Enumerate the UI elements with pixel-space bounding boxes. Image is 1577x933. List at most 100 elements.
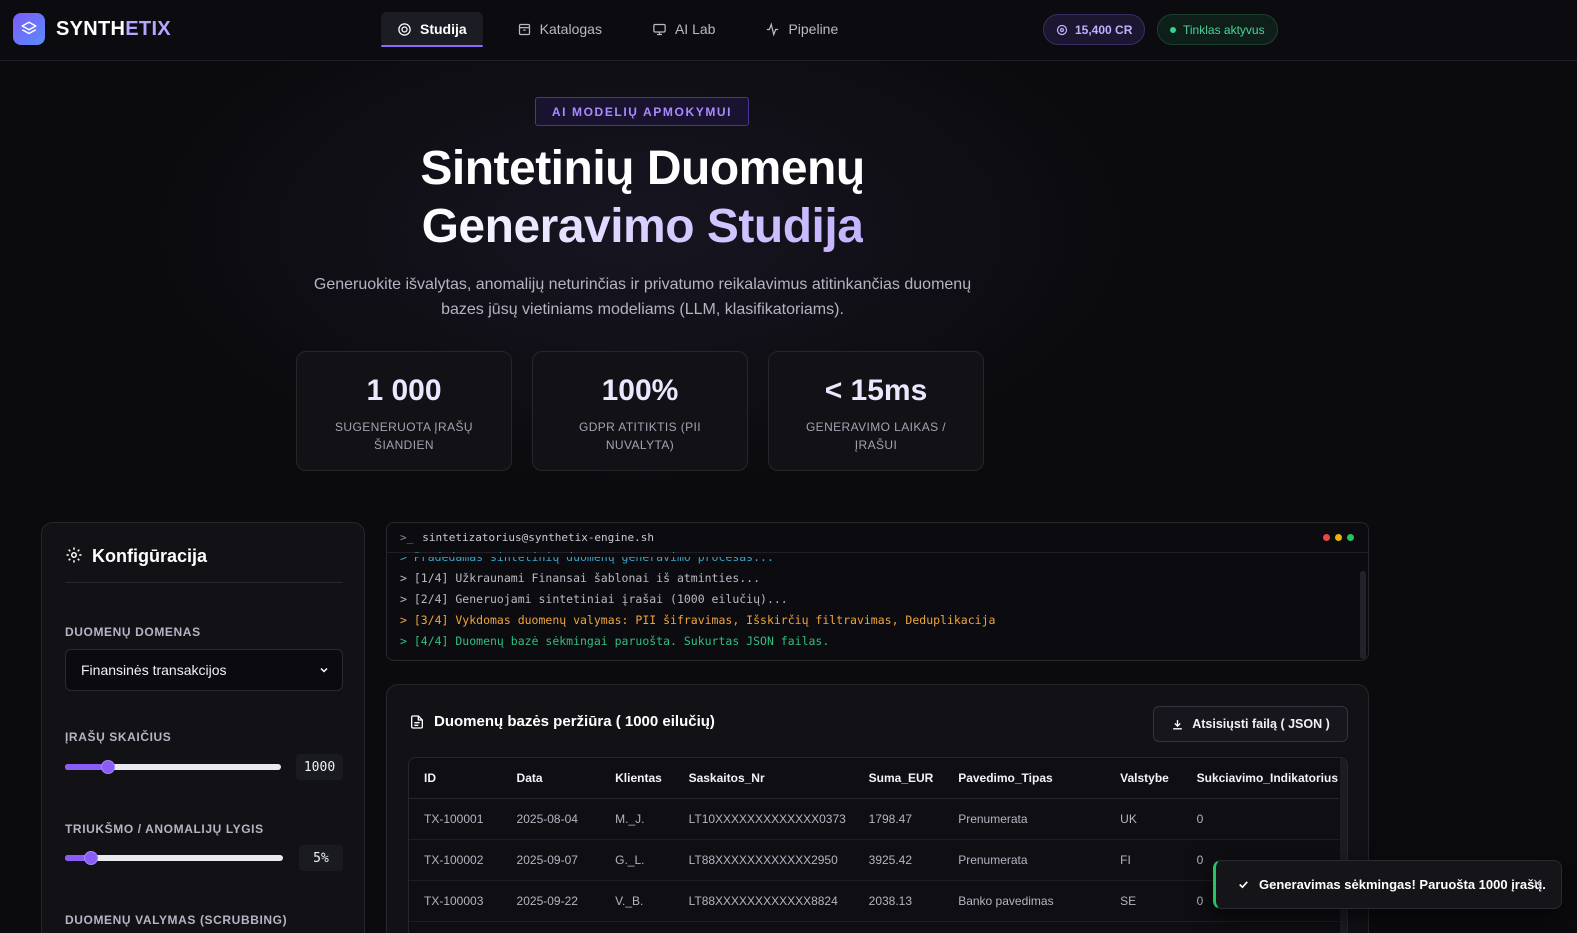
coin-icon bbox=[1056, 24, 1068, 35]
download-label: Atsisiųsti failą ( JSON ) bbox=[1192, 717, 1330, 731]
terminal-panel: >_ sintetizatorius@synthetix-engine.sh >… bbox=[386, 522, 1369, 661]
close-dot-icon[interactable] bbox=[1323, 534, 1330, 541]
slider-thumb[interactable] bbox=[101, 760, 115, 774]
column-header[interactable]: Data bbox=[501, 758, 601, 799]
main-nav: Studija Katalogas AI Lab Pipeline bbox=[381, 12, 854, 47]
chevron-down-icon bbox=[320, 667, 328, 673]
noise-label: TRIUKŠMO / ANOMALIJŲ LYGIS bbox=[65, 822, 264, 836]
page-title: Sintetinių Duomenų Generavimo Studija bbox=[340, 140, 945, 256]
title-line-2: Generavimo Studija bbox=[421, 200, 864, 253]
stat-label: GENERAVIMO LAIKAS / ĮRAŠUI bbox=[805, 420, 947, 452]
preview-header: Duomenų bazės peržiūra ( 1000 eilučių) bbox=[409, 713, 715, 730]
table-cell: Banko pavedimas bbox=[943, 880, 1106, 922]
domain-select-value: Finansinės transakcijos bbox=[81, 662, 227, 678]
table-cell: LT10XXXXXXXXXXXXX0373 bbox=[673, 798, 854, 840]
toast-message: Generavimas sėkmingas! Paruošta 1000 įra… bbox=[1259, 877, 1546, 892]
gear-icon bbox=[66, 547, 82, 563]
nav-item-pipeline[interactable]: Pipeline bbox=[749, 12, 854, 46]
layers-icon bbox=[13, 13, 45, 45]
nav-label: AI Lab bbox=[674, 21, 716, 37]
records-slider[interactable] bbox=[65, 760, 281, 774]
table-cell: 1798.47 bbox=[853, 798, 944, 840]
terminal-log: > Pradedamas sintetinių duomenų generavi… bbox=[400, 547, 995, 652]
table-row[interactable]: TX-100001 2025-08-04 M._J. LT10XXXXXXXXXXXX… bbox=[409, 798, 1339, 840]
status-dot-icon bbox=[1170, 26, 1176, 33]
stat-card-records: 1 000 SUGENERUOTA ĮRAŠŲ ŠIANDIEN bbox=[296, 351, 512, 471]
table-cell: Prenumerata bbox=[943, 798, 1106, 840]
brand-name: SYNTHETIX bbox=[56, 17, 171, 40]
target-icon bbox=[398, 22, 411, 36]
scrubbing-label: DUOMENŲ VALYMAS (SCRUBBING) bbox=[65, 913, 288, 927]
slider-thumb[interactable] bbox=[84, 851, 98, 865]
table-header-row: ID Data Klientas Saskaitos_Nr Suma_EUR Pavedi… bbox=[409, 758, 1339, 799]
terminal-scrollbar[interactable] bbox=[1360, 571, 1366, 659]
terminal-title: sintetizatorius@synthetix-engine.sh bbox=[422, 531, 655, 544]
preview-title: Duomenų bazės peržiūra ( 1000 eilučių) bbox=[434, 713, 715, 730]
table-cell: TX-100001 bbox=[409, 798, 502, 840]
domain-select[interactable]: Finansinės transakcijos bbox=[65, 649, 343, 691]
table-row[interactable]: TX-100003 2025-09-22 V._B. LT88XXXXXXXXXXXX… bbox=[409, 880, 1339, 922]
terminal-header-mask bbox=[387, 553, 1368, 557]
nav-item-studija[interactable]: Studija bbox=[381, 12, 483, 47]
brand-logo[interactable]: SYNTHETIX bbox=[13, 13, 171, 45]
stat-value: 1 000 bbox=[366, 374, 442, 407]
noise-slider[interactable] bbox=[65, 851, 283, 865]
table-row[interactable]: TX-100002 2025-09-07 G._L. LT88XXXXXXXXXXXX… bbox=[409, 839, 1339, 881]
table-cell: LT88XXXXXXXXXXXX2950 bbox=[673, 839, 854, 881]
config-title: Konfigūracija bbox=[92, 546, 208, 566]
maximize-dot-icon[interactable] bbox=[1347, 534, 1354, 541]
column-header[interactable]: Saskaitos_Nr bbox=[673, 758, 854, 799]
credits-badge[interactable]: 15,400 CR bbox=[1043, 14, 1146, 45]
table-cell: 2025-09-22 bbox=[501, 880, 601, 922]
terminal-line: > Pradedamas sintetinių duomenų generavi… bbox=[400, 550, 774, 564]
column-header[interactable]: ID bbox=[409, 758, 502, 799]
download-icon bbox=[1173, 719, 1183, 730]
terminal-line: > [3/4] Vykdomas duomenų valymas: PII ši… bbox=[400, 613, 996, 627]
terminal-prompt-icon: >_ bbox=[400, 531, 414, 544]
table-cell: 2025-09-07 bbox=[501, 839, 601, 881]
table-cell: UK bbox=[1105, 798, 1182, 840]
column-header[interactable]: Valstybe bbox=[1105, 758, 1182, 799]
table-cell: SE bbox=[1105, 880, 1182, 922]
table-cell: FI bbox=[1105, 839, 1182, 881]
config-panel: Konfigūracija DUOMENŲ DOMENAS Finansinės… bbox=[41, 522, 365, 933]
table-cell: M._J. bbox=[600, 798, 674, 840]
terminal-line: > [4/4] Duomenų bazė sėkmingai paruošta.… bbox=[400, 634, 830, 648]
nav-item-ai-lab[interactable]: AI Lab bbox=[636, 12, 731, 46]
table-body: TX-100001 2025-08-04 M._J. LT10XXXXXXXXXXXX… bbox=[409, 798, 1339, 922]
check-icon bbox=[1239, 881, 1248, 889]
nav-item-katalogas[interactable]: Katalogas bbox=[501, 12, 618, 46]
table-cell: TX-100002 bbox=[409, 839, 502, 881]
hero-badge: AI MODELIŲ APMOKYMUI bbox=[535, 97, 749, 126]
stat-card-gdpr: 100% GDPR ATITIKTIS (PII NUVALYTA) bbox=[532, 351, 748, 471]
terminal-line: > [1/4] Užkraunami Finansai šablonai iš … bbox=[400, 571, 761, 585]
domain-label: DUOMENŲ DOMENAS bbox=[65, 625, 201, 639]
column-header[interactable]: Klientas bbox=[600, 758, 674, 799]
table-cell: V._B. bbox=[600, 880, 674, 922]
table-cell: 2038.13 bbox=[853, 880, 944, 922]
activity-icon bbox=[767, 21, 779, 37]
table-cell: 3925.42 bbox=[853, 839, 944, 881]
table-cell: 2025-08-04 bbox=[501, 798, 601, 840]
network-status-text: Tinklas aktyvus bbox=[1183, 22, 1265, 37]
column-header[interactable]: Suma_EUR bbox=[853, 758, 944, 799]
column-header[interactable]: Sukciavimo_Indikatorius bbox=[1181, 758, 1339, 799]
terminal-line: > [2/4] Generuojami sintetiniai įrašai (… bbox=[400, 592, 788, 606]
stat-value: 100% bbox=[601, 374, 679, 407]
stat-card-latency: < 15ms GENERAVIMO LAIKAS / ĮRAŠUI bbox=[768, 351, 984, 471]
stat-label: GDPR ATITIKTIS (PII NUVALYTA) bbox=[578, 420, 702, 452]
window-controls bbox=[1323, 534, 1354, 541]
monitor-icon bbox=[653, 23, 666, 35]
table-cell: Prenumerata bbox=[943, 839, 1106, 881]
close-icon[interactable]: ✕ bbox=[1532, 876, 1543, 892]
config-header: Konfigūracija bbox=[65, 546, 343, 583]
table-cell: G._L. bbox=[600, 839, 674, 881]
minimize-dot-icon[interactable] bbox=[1335, 534, 1342, 541]
nav-label: Studija bbox=[420, 21, 467, 37]
stat-value: < 15ms bbox=[824, 374, 928, 407]
page-subtitle: Generuokite išvalytas, anomalijų neturin… bbox=[313, 276, 972, 318]
column-header[interactable]: Pavedimo_Tipas bbox=[943, 758, 1106, 799]
download-button[interactable]: Atsisiųsti failą ( JSON ) bbox=[1153, 706, 1348, 742]
top-bar: SYNTHETIX Studija Katalogas AI Lab Pipel… bbox=[0, 0, 1577, 61]
success-toast: Generavimas sėkmingas! Paruošta 1000 įra… bbox=[1213, 860, 1562, 909]
